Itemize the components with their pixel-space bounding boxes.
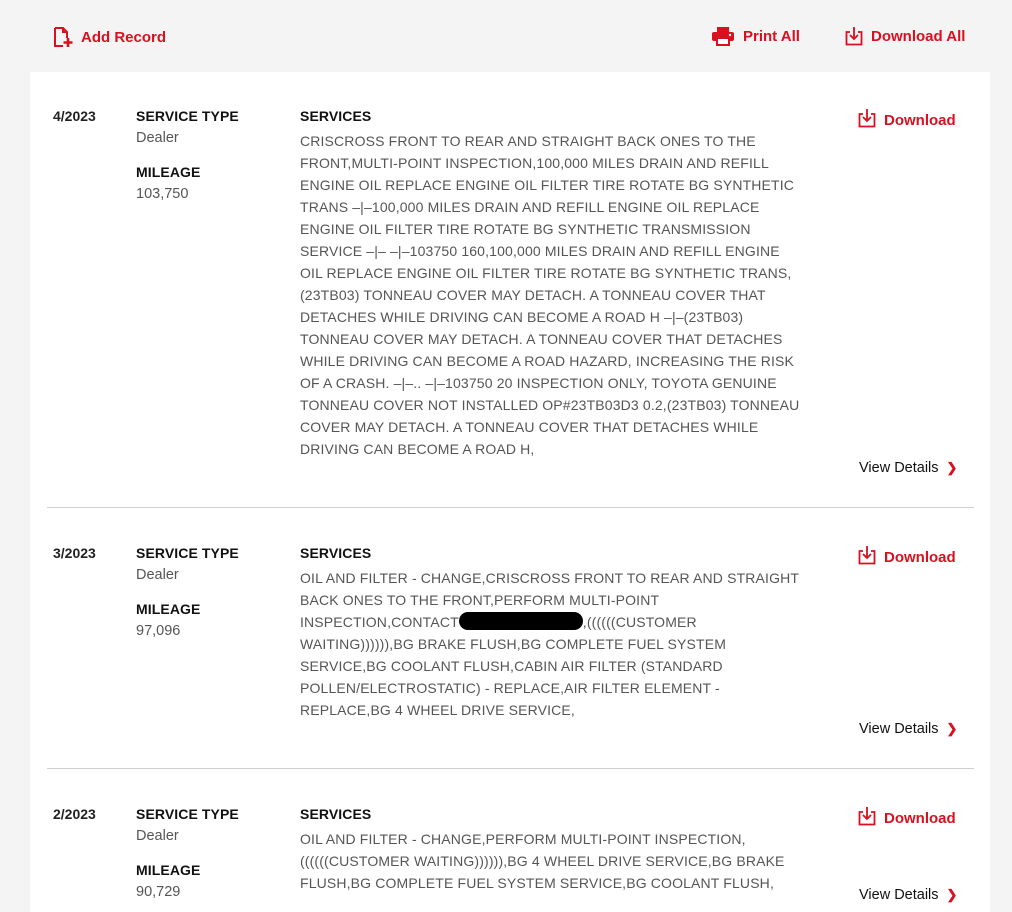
download-label: Download [884,548,956,566]
download-button[interactable]: Download [858,806,956,830]
view-details-link[interactable]: View Details ❯ [859,887,957,903]
print-all-button[interactable]: Print All [711,26,800,46]
services-column: SERVICES OIL AND FILTER - CHANGE,CRISCRO… [300,545,800,721]
service-type-column: SERVICE TYPE Dealer MILEAGE 97,096 [136,545,286,639]
download-button[interactable]: Download [858,545,956,569]
add-document-icon [52,26,81,48]
record-date: 4/2023 [53,108,96,124]
service-type-label: SERVICE TYPE [136,545,239,561]
mileage-label: MILEAGE [136,601,201,617]
mileage-label: MILEAGE [136,164,201,180]
download-icon [845,26,871,46]
download-label: Download [884,111,956,129]
view-details-link[interactable]: View Details ❯ [859,721,957,737]
view-details-label: View Details [859,721,939,737]
services-text: OIL AND FILTER - CHANGE,PERFORM MULTI-PO… [300,831,785,891]
chevron-right-icon: ❯ [946,721,958,736]
toolbar: Add Record Print All Download All [0,0,1012,72]
service-type-value: Dealer [136,130,179,146]
record-date: 3/2023 [53,545,96,561]
service-type-label: SERVICE TYPE [136,806,239,822]
download-icon [858,806,884,830]
service-records-panel: 4/2023 SERVICE TYPE Dealer MILEAGE 103,7… [30,72,990,912]
mileage-value: 97,096 [136,623,181,639]
services-column: SERVICES OIL AND FILTER - CHANGE,PERFORM… [300,806,800,894]
record-divider [47,507,974,508]
view-details-label: View Details [859,887,939,903]
view-details-link[interactable]: View Details ❯ [859,460,957,476]
service-type-value: Dealer [136,567,179,583]
printer-icon [711,26,743,46]
download-button[interactable]: Download [858,108,956,132]
download-icon [858,545,884,569]
service-record: 4/2023 SERVICE TYPE Dealer MILEAGE 103,7… [30,72,990,508]
service-record: 2/2023 SERVICE TYPE Dealer MILEAGE 90,72… [30,770,990,910]
mileage-value: 103,750 [136,186,189,202]
services-text: OIL AND FILTER - CHANGE,CRISCROSS FRONT … [300,567,800,721]
services-column: SERVICES CRISCROSS FRONT TO REAR AND STR… [300,108,800,460]
service-type-label: SERVICE TYPE [136,108,239,124]
chevron-right-icon: ❯ [946,460,958,475]
redaction-mark [458,612,583,630]
download-all-label: Download All [871,27,966,45]
mileage-value: 90,729 [136,884,181,900]
service-type-column: SERVICE TYPE Dealer MILEAGE 90,729 [136,806,286,900]
services-label: SERVICES [300,545,372,561]
record-divider [47,768,974,769]
services-label: SERVICES [300,108,372,124]
record-date: 2/2023 [53,806,96,822]
service-type-value: Dealer [136,828,179,844]
service-type-column: SERVICE TYPE Dealer MILEAGE 103,750 [136,108,286,202]
print-all-label: Print All [743,27,800,45]
download-icon [858,108,884,132]
download-label: Download [884,809,956,827]
download-all-button[interactable]: Download All [845,26,965,46]
mileage-label: MILEAGE [136,862,201,878]
view-details-label: View Details [859,460,939,476]
services-label: SERVICES [300,806,372,822]
service-record: 3/2023 SERVICE TYPE Dealer MILEAGE 97,09… [30,509,990,769]
chevron-right-icon: ❯ [946,887,958,902]
add-record-button[interactable]: Add Record [52,26,166,48]
services-text: CRISCROSS FRONT TO REAR AND STRAIGHT BAC… [300,133,800,457]
add-record-label: Add Record [81,28,167,46]
